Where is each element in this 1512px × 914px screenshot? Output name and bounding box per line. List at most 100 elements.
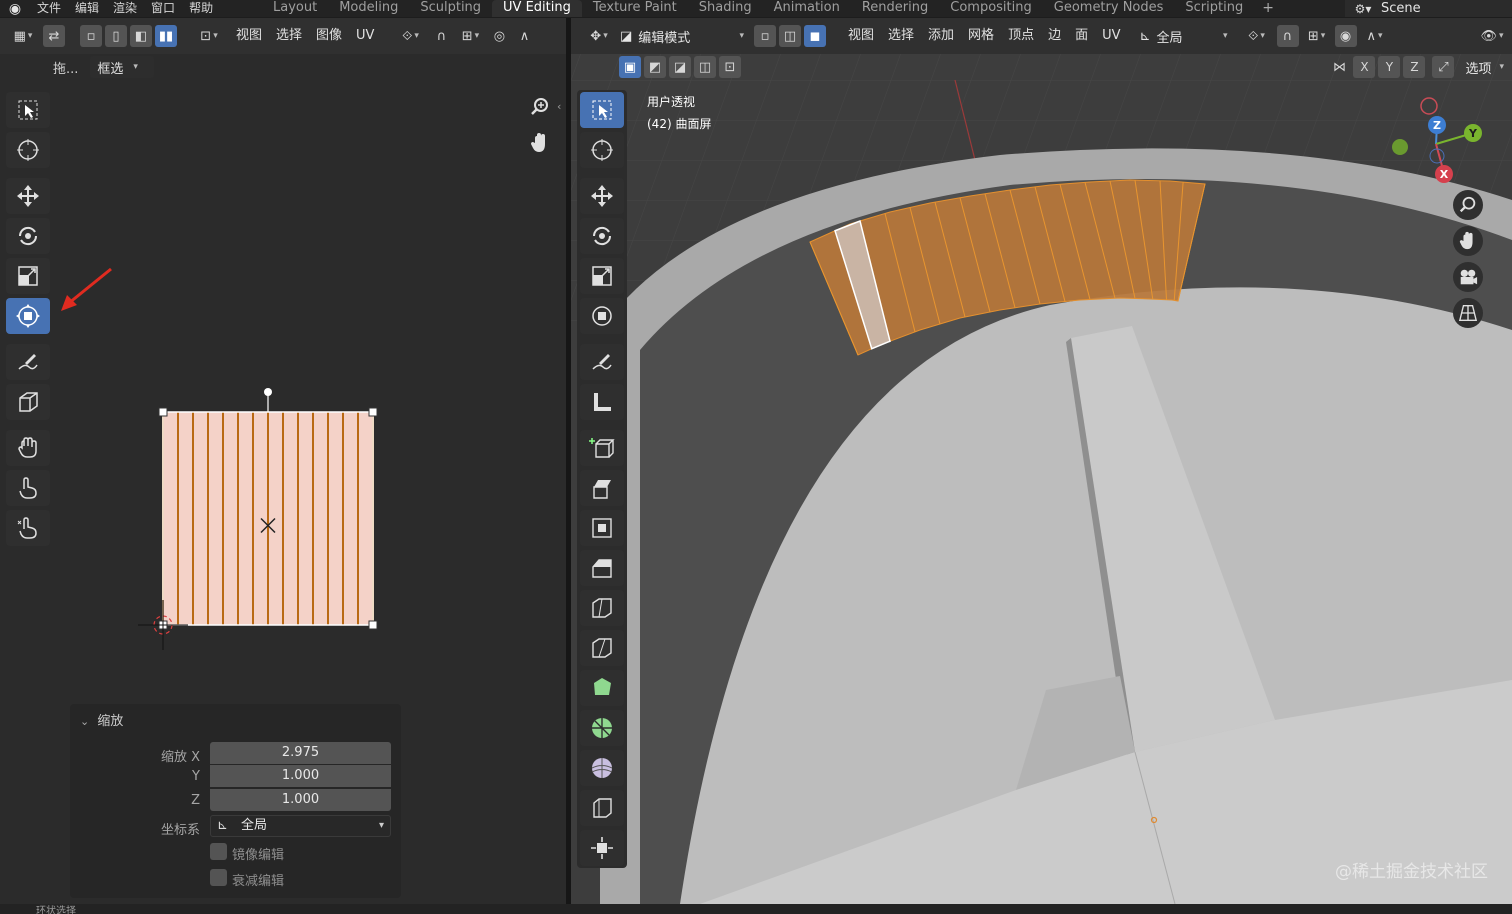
uv-island[interactable] bbox=[138, 388, 378, 650]
visibility-icon[interactable]: 👁 ▾ bbox=[1475, 25, 1509, 47]
pan-hand-icon[interactable] bbox=[1453, 226, 1483, 256]
navigation-gizmo[interactable]: Z Y X bbox=[1381, 94, 1491, 194]
rotate-tool[interactable] bbox=[580, 218, 624, 254]
vp-menu-uv[interactable]: UV bbox=[1095, 25, 1127, 47]
tab-uv-editing[interactable]: UV Editing bbox=[492, 0, 582, 17]
move-icon bbox=[591, 185, 613, 207]
measure-tool[interactable] bbox=[580, 384, 624, 420]
tab-rendering[interactable]: Rendering bbox=[851, 0, 939, 17]
vp-menu-view[interactable]: 视图 bbox=[841, 25, 881, 47]
mirror-axis-icon[interactable]: ⋈ bbox=[1328, 56, 1350, 78]
3d-viewport[interactable]: ✥ ▾ ◪ 编辑模式 ▾ ▫ ◫ ◼ 视图 选择 添加 网格 顶点 边 面 UV … bbox=[571, 18, 1512, 904]
orientation-value: 全局 bbox=[1156, 30, 1183, 46]
snap-toggle-icon[interactable]: ∩ bbox=[1276, 25, 1299, 47]
annotate-tool[interactable] bbox=[580, 344, 624, 380]
poly-build-tool[interactable] bbox=[580, 670, 624, 706]
move-tool[interactable] bbox=[580, 178, 624, 214]
edit-mode-icon: ◪ bbox=[620, 28, 633, 44]
options-dropdown[interactable]: 选项 ▾ bbox=[1465, 58, 1504, 77]
select-subtract-icon[interactable]: ◪ bbox=[669, 56, 691, 78]
blender-logo-icon[interactable]: ◉ bbox=[0, 0, 30, 17]
workspace-tabs: Layout Modeling Sculpting UV Editing Tex… bbox=[262, 0, 1282, 17]
scale-x-field[interactable]: 2.975 bbox=[210, 742, 391, 764]
add-workspace-icon[interactable]: + bbox=[1254, 0, 1282, 17]
tab-modeling[interactable]: Modeling bbox=[328, 0, 409, 17]
orientation-dropdown[interactable]: ⊾ 全局 ▾ bbox=[1140, 25, 1228, 47]
bevel-tool[interactable] bbox=[580, 550, 624, 586]
edge-mode-icon[interactable]: ◫ bbox=[779, 25, 801, 47]
scale-z-field[interactable]: 1.000 bbox=[210, 789, 391, 811]
select-box-tool[interactable] bbox=[580, 92, 624, 128]
select-new-icon[interactable]: ▣ bbox=[619, 56, 641, 78]
vertex-mode-icon[interactable]: ▫ bbox=[754, 25, 776, 47]
mirror-label: 镜像编辑 bbox=[232, 848, 285, 863]
vp-menu-face[interactable]: 面 bbox=[1068, 25, 1095, 47]
scene-selector[interactable]: ⚙▾ Scene bbox=[1345, 0, 1512, 17]
zoom-icon[interactable] bbox=[1453, 190, 1483, 220]
vp-menu-edge[interactable]: 边 bbox=[1041, 25, 1068, 47]
proportional-edit-icon[interactable]: ◉ bbox=[1334, 25, 1357, 47]
menu-window[interactable]: 窗口 bbox=[144, 0, 182, 17]
scale-y-field[interactable]: 1.000 bbox=[210, 765, 391, 787]
select-intersect-icon[interactable]: ⊡ bbox=[719, 56, 741, 78]
tab-texture-paint[interactable]: Texture Paint bbox=[582, 0, 688, 17]
mirror-row: 镜像编辑 bbox=[70, 841, 401, 865]
smooth-tool[interactable] bbox=[580, 750, 624, 786]
editor-type-3d-icon[interactable]: ✥ ▾ bbox=[581, 25, 617, 47]
loop-cut-tool[interactable] bbox=[580, 590, 624, 626]
camera-icon[interactable] bbox=[1453, 262, 1483, 292]
tab-geometry-nodes[interactable]: Geometry Nodes bbox=[1043, 0, 1175, 17]
uv-editor[interactable]: ▦ ▾ ⇄ ▫ ▯ ◧ ▮▮ ⊡ ▾ 视图 选择 图像 UV ⟐ ▾ ∩ ⊞ ▾ ◎ ∧… bbox=[0, 18, 566, 904]
pivot-point-icon[interactable]: ⟐ ▾ bbox=[1240, 25, 1274, 47]
tab-layout[interactable]: Layout bbox=[262, 0, 328, 17]
menu-edit[interactable]: 编辑 bbox=[68, 0, 106, 17]
viewport-scene[interactable] bbox=[571, 18, 1512, 904]
mirror-y-button[interactable]: Y bbox=[1378, 56, 1401, 78]
orientation-dropdown[interactable]: ⊾ 全局 ▾ bbox=[210, 815, 391, 837]
gizmo-neg-y-icon[interactable] bbox=[1392, 139, 1408, 155]
mirror-checkbox[interactable] bbox=[210, 843, 227, 860]
vp-menu-mesh[interactable]: 网格 bbox=[961, 25, 1001, 47]
uv-canvas[interactable] bbox=[0, 18, 566, 698]
tab-sculpting[interactable]: Sculpting bbox=[409, 0, 492, 17]
shrink-fatten-tool[interactable] bbox=[580, 830, 624, 866]
watermark: @稀土掘金技术社区 bbox=[1335, 862, 1488, 882]
cursor-tool[interactable] bbox=[580, 132, 624, 168]
tab-compositing[interactable]: Compositing bbox=[939, 0, 1043, 17]
menu-file[interactable]: 文件 bbox=[30, 0, 68, 17]
transform-tool[interactable] bbox=[580, 298, 624, 334]
add-cube-tool[interactable] bbox=[580, 430, 624, 466]
tab-scripting[interactable]: Scripting bbox=[1174, 0, 1254, 17]
select-invert-icon[interactable]: ◫ bbox=[694, 56, 716, 78]
vp-menu-add[interactable]: 添加 bbox=[921, 25, 961, 47]
vp-menu-vertex[interactable]: 顶点 bbox=[1001, 25, 1041, 47]
auto-merge-icon[interactable]: ⤢ bbox=[1432, 56, 1455, 78]
edge-slide-tool[interactable] bbox=[580, 790, 624, 826]
perspective-grid-icon[interactable] bbox=[1453, 298, 1483, 328]
face-mode-icon[interactable]: ◼ bbox=[804, 25, 826, 47]
menu-render[interactable]: 渲染 bbox=[106, 0, 144, 17]
mirror-x-button[interactable]: X bbox=[1353, 56, 1376, 78]
scale-y-label: Y bbox=[192, 769, 200, 784]
scale-tool[interactable] bbox=[580, 258, 624, 294]
menu-help[interactable]: 帮助 bbox=[182, 0, 220, 17]
inset-tool[interactable] bbox=[580, 510, 624, 546]
gizmo-x-label: X bbox=[1440, 168, 1449, 181]
falloff-checkbox[interactable] bbox=[210, 869, 227, 886]
redo-panel-header[interactable]: ⌄ 缩放 bbox=[80, 710, 123, 729]
gizmo-neg-x-icon[interactable] bbox=[1420, 97, 1438, 115]
mode-dropdown[interactable]: ◪ 编辑模式 ▾ bbox=[620, 25, 744, 47]
knife-tool[interactable] bbox=[580, 630, 624, 666]
select-extend-icon[interactable]: ◩ bbox=[644, 56, 666, 78]
scale-z-row: Z 1.000 bbox=[70, 789, 401, 813]
scene-name: Scene bbox=[1381, 1, 1421, 16]
add-cube-icon bbox=[589, 438, 615, 458]
tab-shading[interactable]: Shading bbox=[688, 0, 763, 17]
tab-animation[interactable]: Animation bbox=[763, 0, 851, 17]
snap-target-icon[interactable]: ⊞ ▾ bbox=[1302, 25, 1332, 47]
mirror-z-button[interactable]: Z bbox=[1403, 56, 1426, 78]
extrude-tool[interactable] bbox=[580, 470, 624, 506]
spin-tool[interactable] bbox=[580, 710, 624, 746]
falloff-curve-icon[interactable]: ∧ ▾ bbox=[1360, 25, 1390, 47]
vp-menu-select[interactable]: 选择 bbox=[881, 25, 921, 47]
